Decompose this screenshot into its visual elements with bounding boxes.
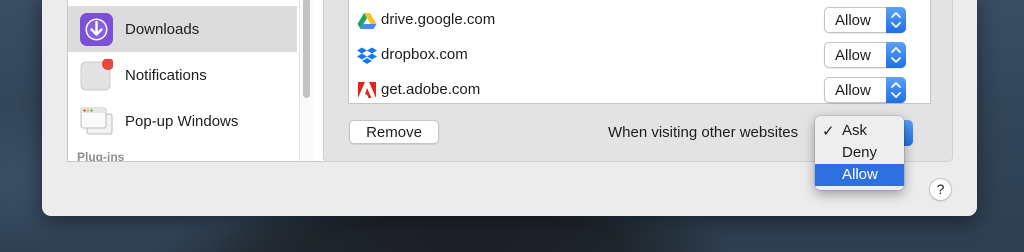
permission-dropdown-menu: ✓ Ask Deny Allow [815, 116, 904, 190]
site-permission-select[interactable]: Allow [824, 77, 906, 103]
plugins-section-header: Plug-ins [77, 150, 125, 162]
table-row[interactable]: get.adobe.com Allow [349, 74, 930, 109]
site-name: dropbox.com [381, 46, 468, 63]
site-name: drive.google.com [381, 11, 496, 28]
table-row[interactable]: dropbox.com Allow [349, 39, 930, 74]
sidebar-item-label: Pop-up Windows [125, 112, 239, 130]
downloads-icon [80, 12, 113, 46]
sidebar-item-notifications[interactable]: Notifications [68, 52, 297, 98]
sidebar-scrollbar[interactable] [299, 0, 313, 161]
other-websites-label: When visiting other websites [608, 124, 799, 141]
menu-item-ask[interactable]: ✓ Ask [815, 120, 904, 142]
menu-item-allow[interactable]: Allow [815, 164, 904, 186]
notifications-icon [80, 58, 113, 90]
remove-button[interactable]: Remove [349, 120, 439, 144]
sidebar: Downloads Notifications Pop-up Windows P… [67, 0, 337, 162]
checkmark-icon: ✓ [822, 123, 835, 140]
sidebar-item-downloads[interactable]: Downloads [68, 6, 297, 52]
sidebar-item-label: Downloads [125, 20, 200, 38]
table-row[interactable]: drive.google.com Allow [349, 4, 930, 39]
help-button[interactable]: ? [929, 178, 952, 201]
chevron-updown-icon [886, 7, 906, 33]
site-name: get.adobe.com [381, 81, 481, 98]
google-drive-icon [357, 13, 377, 29]
chevron-updown-icon [886, 42, 906, 68]
dropbox-icon [357, 47, 377, 64]
sidebar-item-label: Notifications [125, 66, 207, 84]
site-permission-select[interactable]: Allow [824, 7, 906, 33]
site-table: drive.google.com Allow dropbox.com Allow… [348, 0, 931, 104]
chevron-updown-icon [886, 77, 906, 103]
menu-item-deny[interactable]: Deny [815, 142, 904, 164]
sidebar-item-popup-windows[interactable]: Pop-up Windows [68, 98, 297, 144]
adobe-icon [357, 81, 377, 101]
popup-windows-icon [80, 107, 113, 134]
site-permission-select[interactable]: Allow [824, 42, 906, 68]
scroll-thumb[interactable] [303, 0, 310, 98]
